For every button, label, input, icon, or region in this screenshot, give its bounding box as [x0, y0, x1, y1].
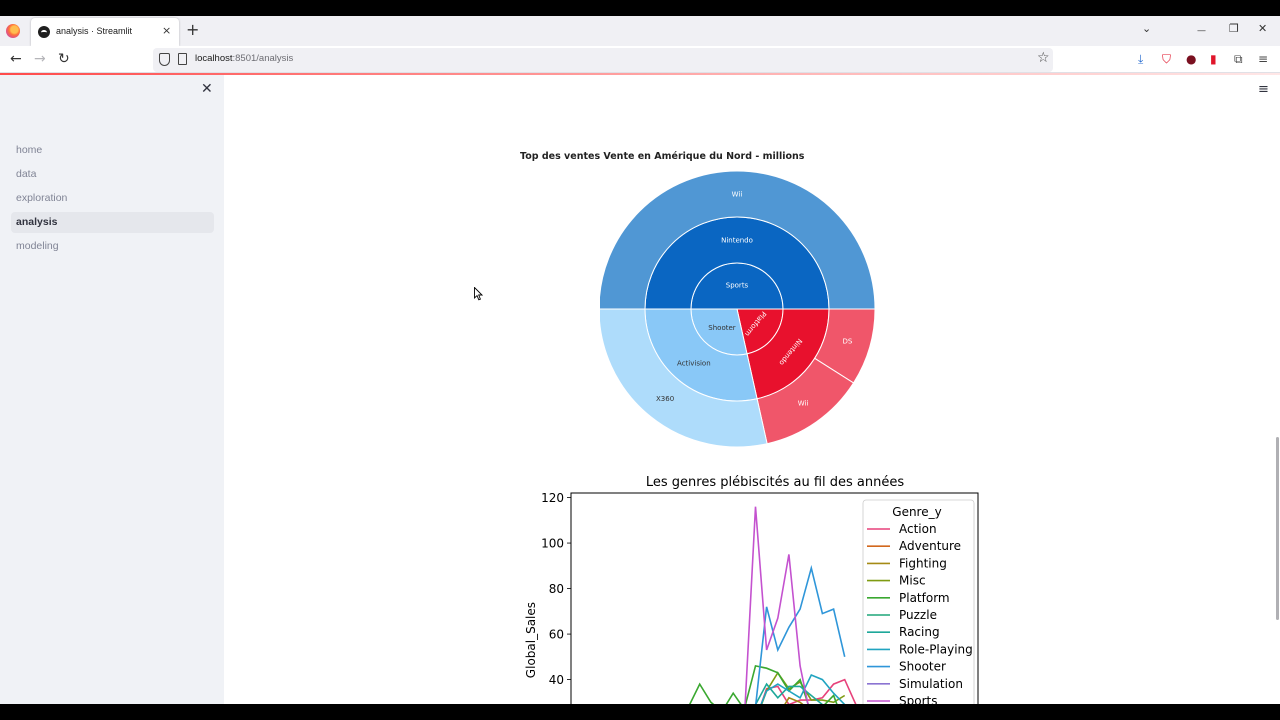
line-chart: Les genres plébiscités au fil des années…	[524, 475, 979, 704]
tracking-protection-icon[interactable]	[159, 53, 170, 66]
url-host: localhost	[195, 53, 233, 64]
sidebar-item-data[interactable]: data	[11, 164, 214, 185]
sunburst-label: DS	[843, 338, 853, 346]
sidebar-close-icon[interactable]: ✕	[201, 81, 213, 97]
bookmark-star-icon[interactable]: ☆	[1037, 50, 1050, 66]
minimize-button[interactable]: —	[1197, 24, 1206, 38]
reload-button[interactable]: ↻	[58, 50, 70, 68]
tab-close-icon[interactable]: ×	[162, 24, 171, 38]
streamlit-sidebar: ✕ home data exploration analysis modelin…	[0, 75, 224, 704]
streamlit-menu-icon[interactable]: ≡	[1258, 82, 1269, 98]
sunburst-label: Sports	[726, 282, 749, 290]
maximize-button[interactable]: ❐	[1229, 22, 1239, 36]
page-info-icon[interactable]	[178, 53, 187, 65]
extension-badge-icon[interactable]: ●	[1186, 51, 1196, 67]
tab-title: analysis · Streamlit	[56, 26, 133, 36]
legend-entry: Fighting	[899, 556, 947, 570]
y-tick-label: 40	[549, 673, 564, 687]
new-tab-button[interactable]: +	[186, 21, 199, 39]
url-text[interactable]: localhost:8501/analysis	[195, 53, 293, 64]
tab-strip: analysis · Streamlit × + ⌄ — ❐ ✕	[0, 16, 1280, 46]
sunburst-label: Wii	[732, 191, 743, 199]
legend-entry: Puzzle	[899, 608, 937, 622]
streamlit-favicon-icon	[38, 26, 50, 38]
sunburst-label: Nintendo	[721, 237, 753, 245]
sidebar-item-home[interactable]: home	[11, 140, 214, 161]
sunburst-chart[interactable]: SportsPlatformShooterNintendoNintendoAct…	[600, 159, 900, 459]
downloads-icon[interactable]: ⤓	[1138, 51, 1143, 67]
close-window-button[interactable]: ✕	[1258, 22, 1267, 36]
y-tick-label: 80	[549, 582, 564, 596]
sunburst-label: Shooter	[708, 324, 735, 332]
legend-entry: Sports	[899, 694, 937, 704]
y-axis-label: Global_Sales	[524, 602, 538, 678]
page-scrollbar[interactable]	[1276, 437, 1279, 620]
extension-red-icon[interactable]: ▮	[1210, 51, 1217, 67]
sidebar-item-analysis[interactable]: analysis	[11, 212, 214, 233]
navigation-bar: ← → ↻ localhost:8501/analysis ☆ ⤓ ⛉ ● ▮ …	[0, 46, 1280, 73]
main-content: ≡ Top des ventes Vente en Amérique du No…	[224, 75, 1280, 704]
sidebar-item-exploration[interactable]: exploration	[11, 188, 214, 209]
legend-title: Genre_y	[892, 505, 941, 519]
legend-entry: Adventure	[899, 539, 961, 553]
sunburst-label: X360	[656, 395, 674, 403]
sunburst-label: Wii	[798, 400, 809, 408]
list-tabs-icon[interactable]: ⌄	[1142, 22, 1151, 36]
legend-entry: Action	[899, 522, 937, 536]
legend-entry: Misc	[899, 574, 926, 588]
extensions-puzzle-icon[interactable]: ⧉	[1234, 51, 1243, 67]
y-tick-label: 120	[541, 491, 564, 505]
legend-entry: Shooter	[899, 660, 946, 674]
series-line-sports	[744, 506, 809, 704]
legend-entry: Simulation	[899, 677, 963, 691]
chart-title: Les genres plébiscités au fil des années	[646, 475, 904, 490]
legend-entry: Role-Playing	[899, 642, 973, 656]
sunburst-label: Activision	[677, 359, 711, 367]
sidebar-item-modeling[interactable]: modeling	[11, 236, 214, 257]
url-bar[interactable]: localhost:8501/analysis ☆	[153, 48, 1053, 72]
app-menu-icon[interactable]: ≡	[1258, 51, 1268, 67]
firefox-icon[interactable]	[6, 24, 20, 38]
mouse-cursor-icon	[474, 287, 483, 301]
y-tick-label: 60	[549, 628, 564, 642]
legend-entry: Racing	[899, 625, 940, 639]
browser-window: analysis · Streamlit × + ⌄ — ❐ ✕ ← → ↻ l…	[0, 16, 1280, 704]
legend-entry: Platform	[899, 591, 950, 605]
series-line-shooter	[755, 564, 846, 704]
forward-button[interactable]: →	[34, 50, 46, 68]
ublock-shield-icon[interactable]: ⛉	[1162, 51, 1171, 67]
browser-tab[interactable]: analysis · Streamlit ×	[31, 18, 179, 46]
y-tick-label: 100	[541, 537, 564, 551]
back-button[interactable]: ←	[10, 50, 22, 68]
url-path: :8501/analysis	[232, 53, 294, 64]
